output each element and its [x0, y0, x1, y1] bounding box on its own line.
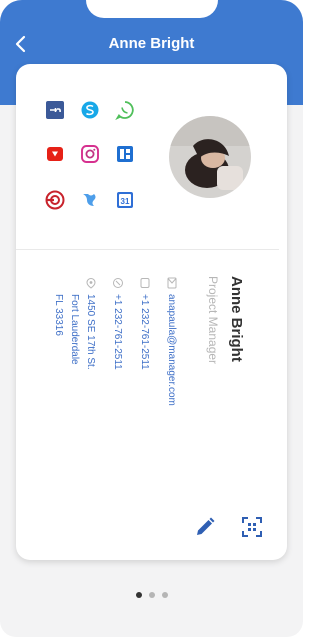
address-line-3[interactable]: FL 33316 [53, 294, 64, 336]
page-dot[interactable] [162, 592, 168, 598]
edit-button[interactable] [193, 515, 217, 539]
instagram-icon[interactable] [79, 143, 101, 165]
twitter-icon[interactable] [79, 189, 101, 211]
phone-frame: Anne Bright 31 Anne Bright Project Manag… [0, 0, 303, 637]
address-line-1[interactable]: 1450 SE 17th St. [85, 294, 96, 370]
phone-link-2[interactable]: +1 232-761-2511 [112, 294, 123, 370]
device-notch [86, 0, 218, 18]
google-calendar-icon[interactable]: 31 [114, 189, 136, 211]
email-link[interactable]: anapaula@manager.com [166, 294, 177, 406]
page-indicator [134, 592, 174, 600]
card-divider [16, 249, 279, 250]
phone-link-1[interactable]: +1 232-761-2511 [139, 294, 150, 370]
contact-role: Project Manager [206, 276, 220, 365]
mobile-icon [113, 278, 123, 288]
phone-icon [140, 278, 150, 288]
address-line-2[interactable]: Fort Lauderdale [69, 294, 80, 365]
contact-name: Anne Bright [228, 276, 245, 362]
svg-text:31: 31 [121, 197, 130, 206]
google-slides-icon[interactable] [114, 143, 136, 165]
page-title: Anne Bright [108, 35, 195, 52]
location-icon [86, 277, 96, 289]
youtube-icon[interactable] [44, 143, 66, 165]
scan-icon [242, 517, 262, 537]
page-dot[interactable] [149, 592, 155, 598]
business-card: 31 Anne Bright Project Manager anapaula@… [16, 64, 287, 560]
whatsapp-icon[interactable] [114, 99, 136, 121]
facebook-icon[interactable] [44, 99, 66, 121]
mail-icon [167, 277, 177, 289]
pinterest-icon[interactable] [44, 189, 66, 211]
profile-photo [169, 116, 251, 198]
skype-icon[interactable] [79, 99, 101, 121]
pencil-icon [197, 517, 215, 535]
page-dot-active[interactable] [136, 592, 142, 598]
scan-button[interactable] [240, 515, 264, 539]
